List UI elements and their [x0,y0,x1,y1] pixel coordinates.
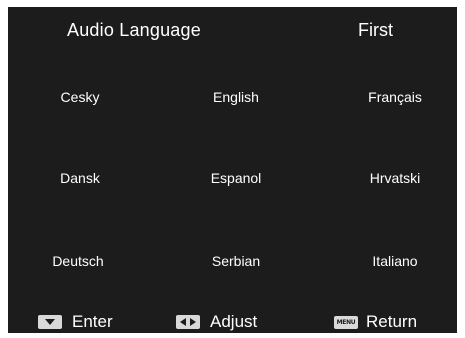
footer-enter-hint: Enter [38,311,113,333]
language-option-hrvatski[interactable]: Hrvatski [370,169,421,187]
language-option-espanol[interactable]: Espanol [211,169,262,187]
left-right-arrow-key-icon [176,315,200,329]
audio-language-current-value[interactable]: First [358,18,393,42]
menu-header: Audio Language First [8,7,457,57]
footer-adjust-label: Adjust [210,312,258,331]
language-option-cesky[interactable]: Cesky [61,88,100,106]
language-option-italiano[interactable]: Italiano [372,252,417,270]
language-option-dansk[interactable]: Dansk [60,169,100,187]
menu-title: Audio Language [67,20,201,40]
language-option-francais[interactable]: Français [368,88,422,106]
footer-enter-label: Enter [72,312,113,331]
footer-return-label: Return [366,312,418,331]
footer-adjust-hint: Adjust [176,311,257,333]
audio-language-menu: Audio Language First Cesky English Franç… [8,7,457,333]
footer-return-hint: MENU Return [334,311,417,333]
language-option-english[interactable]: English [213,88,259,106]
language-option-serbian[interactable]: Serbian [212,252,260,270]
down-arrow-key-icon [38,315,62,329]
language-option-deutsch[interactable]: Deutsch [52,252,103,270]
menu-key-icon: MENU [334,315,358,329]
